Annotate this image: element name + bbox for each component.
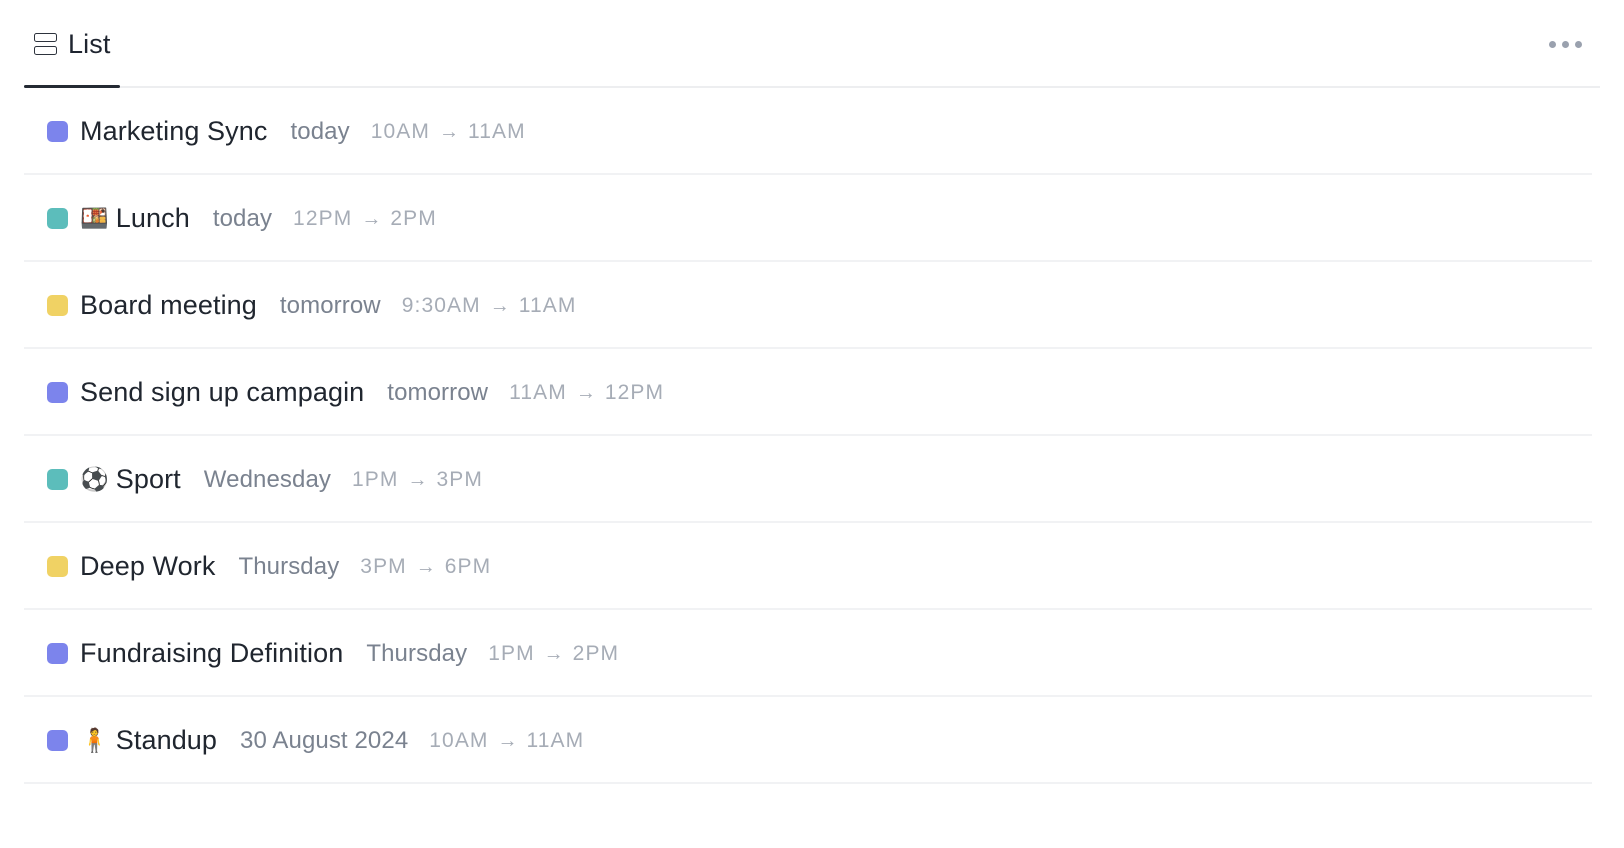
event-date: Thursday xyxy=(366,639,468,667)
tab-list[interactable]: List xyxy=(24,0,121,88)
tab-group: List xyxy=(24,0,121,88)
arrow-right-icon: → xyxy=(489,294,510,317)
event-row[interactable]: 🍱 Lunch today 12PM → 2PM xyxy=(0,175,1624,262)
arrow-right-icon: → xyxy=(497,729,518,752)
event-time-range: 10AM → 11AM xyxy=(429,730,584,751)
event-title: Board meeting xyxy=(80,292,257,319)
event-emoji-icon: 🍱 xyxy=(80,205,109,231)
ellipsis-dot xyxy=(1549,40,1556,48)
event-row[interactable]: Send sign up campagin tomorrow 11AM → 12PM xyxy=(0,349,1624,436)
event-date: today xyxy=(290,117,350,145)
arrow-right-icon: → xyxy=(415,555,436,578)
arrow-right-icon: → xyxy=(407,468,428,491)
event-emoji-icon: ⚽ xyxy=(80,466,109,492)
event-row[interactable]: Marketing Sync today 10AM → 11AM xyxy=(0,88,1624,175)
arrow-right-icon: → xyxy=(543,642,564,665)
ellipsis-dot xyxy=(1562,40,1569,48)
event-start-time: 1PM xyxy=(352,468,399,491)
event-end-time: 2PM xyxy=(572,642,620,665)
event-end-time: 6PM xyxy=(444,555,492,578)
event-color-swatch xyxy=(47,121,68,142)
ellipsis-dot xyxy=(1575,40,1582,48)
event-time-range: 1PM → 2PM xyxy=(488,643,619,664)
list-rows-icon xyxy=(34,33,57,55)
event-list: Marketing Sync today 10AM → 11AM 🍱 Lunch today 1… xyxy=(0,88,1624,784)
event-title-text: Lunch xyxy=(115,203,190,233)
event-title: Marketing Sync xyxy=(80,118,267,145)
event-color-swatch xyxy=(47,469,68,490)
tab-list-label: List xyxy=(68,28,111,59)
event-end-time: 11AM xyxy=(518,294,577,317)
arrow-right-icon: → xyxy=(361,207,382,230)
event-color-swatch xyxy=(47,643,68,664)
event-start-time: 10AM xyxy=(429,729,489,752)
event-time-range: 10AM → 11AM xyxy=(371,121,526,142)
event-start-time: 3PM xyxy=(360,555,407,578)
event-row[interactable]: Deep Work Thursday 3PM → 6PM xyxy=(0,523,1624,610)
event-title-text: Send sign up campagin xyxy=(80,377,365,407)
event-start-time: 10AM xyxy=(370,120,430,143)
event-title-text: Deep Work xyxy=(80,551,216,581)
event-time-range: 3PM → 6PM xyxy=(360,556,491,577)
event-time-range: 9:30AM → 11AM xyxy=(402,295,577,316)
event-start-time: 9:30AM xyxy=(401,294,481,317)
list-view-app: List Marketing Sync today 10AM → 11AM 🍱 Lunch t… xyxy=(0,0,1624,848)
event-date: tomorrow xyxy=(279,291,381,319)
event-color-swatch xyxy=(47,730,68,751)
event-end-time: 11AM xyxy=(467,120,526,143)
event-title: Fundraising Definition xyxy=(80,640,343,667)
event-color-swatch xyxy=(47,382,68,403)
event-title-text: Standup xyxy=(115,725,218,755)
event-row[interactable]: 🧍 Standup 30 August 2024 10AM → 11AM xyxy=(0,697,1624,784)
event-title: Send sign up campagin xyxy=(80,379,364,406)
event-start-time: 12PM xyxy=(293,207,353,230)
event-color-swatch xyxy=(47,295,68,316)
arrow-right-icon: → xyxy=(575,381,596,404)
event-start-time: 1PM xyxy=(488,642,535,665)
event-end-time: 12PM xyxy=(604,381,665,404)
event-color-swatch xyxy=(47,556,68,577)
event-title-text: Board meeting xyxy=(80,290,257,320)
event-title: 🍱 Lunch xyxy=(80,205,190,232)
event-time-range: 12PM → 2PM xyxy=(293,208,437,229)
event-date: Wednesday xyxy=(203,465,332,493)
event-date: today xyxy=(212,204,273,232)
event-end-time: 2PM xyxy=(390,207,437,230)
event-title-text: Fundraising Definition xyxy=(80,638,344,668)
event-date: tomorrow xyxy=(387,378,489,406)
event-row[interactable]: Fundraising Definition Thursday 1PM → 2PM xyxy=(0,610,1624,697)
more-options-button[interactable] xyxy=(1543,31,1588,58)
event-date: Thursday xyxy=(238,552,340,580)
arrow-right-icon: → xyxy=(438,120,459,143)
event-end-time: 11AM xyxy=(526,729,585,752)
event-title-text: Sport xyxy=(115,464,181,494)
event-color-swatch xyxy=(47,208,68,229)
event-start-time: 11AM xyxy=(509,381,567,404)
event-date: 30 August 2024 xyxy=(240,726,409,754)
event-emoji-icon: 🧍 xyxy=(80,727,109,753)
tab-bar: List xyxy=(0,0,1624,88)
event-row[interactable]: ⚽ Sport Wednesday 1PM → 3PM xyxy=(0,436,1624,523)
event-time-range: 1PM → 3PM xyxy=(352,469,483,490)
event-title-text: Marketing Sync xyxy=(80,116,268,146)
event-title: Deep Work xyxy=(80,553,215,580)
event-time-range: 11AM → 12PM xyxy=(509,382,664,403)
event-title: 🧍 Standup xyxy=(80,727,217,754)
event-title: ⚽ Sport xyxy=(80,466,181,493)
event-end-time: 3PM xyxy=(436,468,483,491)
event-row[interactable]: Board meeting tomorrow 9:30AM → 11AM xyxy=(0,262,1624,349)
